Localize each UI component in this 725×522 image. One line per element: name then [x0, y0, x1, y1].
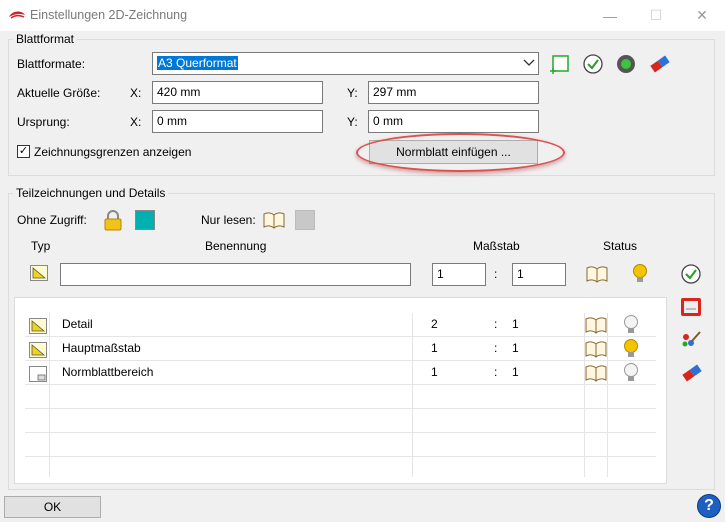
normblatt-einfuegen-button[interactable]: Normblatt einfügen ...	[369, 140, 538, 164]
color-palette-icon[interactable]	[680, 329, 702, 351]
row-scale-sep: :	[494, 341, 498, 355]
row-scale-a: 1	[431, 365, 438, 379]
eraser-icon[interactable]	[648, 53, 672, 75]
lightbulb-on-icon[interactable]	[623, 338, 639, 360]
help-icon[interactable]: ?	[697, 494, 721, 518]
window-title: Einstellungen 2D-Zeichnung	[30, 8, 188, 22]
new-scale-separator: :	[494, 267, 498, 281]
empty-row	[25, 433, 656, 457]
blattformate-selected-value: A3 Querformat	[157, 56, 238, 70]
type-detail-icon	[29, 318, 47, 334]
record-icon[interactable]	[615, 53, 637, 75]
new-sheet-icon[interactable]	[549, 53, 571, 75]
ohne-zugriff-label: Ohne Zugriff:	[17, 213, 87, 227]
new-scale-b-field[interactable]: 1	[512, 263, 566, 286]
row-scale-b: 1	[512, 365, 519, 379]
blattformat-group-title: Blattformat	[13, 32, 78, 46]
minimize-button[interactable]: —	[587, 0, 633, 31]
col-typ-header: Typ	[31, 239, 51, 253]
edit-frame-icon[interactable]	[680, 296, 702, 318]
new-benennung-field[interactable]	[60, 263, 411, 286]
origin-y-field[interactable]: 0 mm	[368, 110, 539, 133]
col-status-header: Status	[603, 239, 638, 253]
book-icon	[263, 212, 285, 229]
close-button[interactable]: ✕	[679, 0, 725, 31]
empty-row	[25, 457, 656, 481]
book-icon[interactable]	[585, 364, 607, 382]
size-x-label: X:	[130, 86, 142, 100]
book-icon[interactable]	[586, 265, 608, 283]
blattformate-label: Blattformate:	[17, 57, 86, 71]
teilzeichnungen-group-title: Teilzeichnungen und Details	[13, 186, 169, 200]
confirm-check-icon[interactable]	[680, 263, 702, 285]
row-scale-b: 1	[512, 317, 519, 331]
row-scale-a: 1	[431, 341, 438, 355]
new-scale-a-field[interactable]: 1	[432, 263, 486, 286]
app-logo-icon	[9, 11, 25, 19]
no-access-color-swatch[interactable]	[135, 210, 155, 230]
lightbulb-off-icon[interactable]	[623, 362, 639, 384]
row-name: Detail	[62, 317, 93, 331]
lock-icon	[104, 210, 122, 231]
maximize-button[interactable]: ☐	[633, 0, 679, 31]
origin-y-label: Y:	[347, 115, 358, 129]
row-scale-sep: :	[494, 365, 498, 379]
row-scale-sep: :	[494, 317, 498, 331]
row-name: Hauptmaßstab	[62, 341, 141, 355]
book-icon[interactable]	[585, 340, 607, 358]
drawing-list[interactable]: Detail 2 : 1 Hauptmaßstab 1 : 1 Normblat…	[25, 313, 657, 477]
table-row[interactable]: Detail 2 : 1	[25, 313, 656, 337]
book-icon[interactable]	[585, 316, 607, 334]
apply-check-icon[interactable]	[582, 53, 604, 75]
col-benennung-header: Benennung	[205, 239, 267, 253]
type-detail-icon	[29, 342, 47, 358]
lightbulb-on-icon[interactable]	[632, 263, 648, 285]
col-massstab-header: Maßstab	[473, 239, 520, 253]
size-y-field[interactable]: 297 mm	[368, 81, 539, 104]
origin-x-label: X:	[130, 115, 142, 129]
ok-button[interactable]: OK	[4, 496, 101, 518]
aktuelle-groesse-label: Aktuelle Größe:	[17, 86, 101, 100]
show-borders-label: Zeichnungsgrenzen anzeigen	[34, 145, 192, 159]
size-x-field[interactable]: 420 mm	[152, 81, 323, 104]
row-scale-a: 2	[431, 317, 438, 331]
type-detail-icon[interactable]	[30, 265, 48, 281]
nur-lesen-label: Nur lesen:	[201, 213, 256, 227]
blattformate-dropdown[interactable]: A3 Querformat	[152, 52, 539, 75]
read-only-color-swatch[interactable]	[295, 210, 315, 230]
row-scale-b: 1	[512, 341, 519, 355]
type-sheet-icon	[29, 366, 47, 382]
table-row[interactable]: Normblattbereich 1 : 1	[25, 361, 656, 385]
row-name: Normblattbereich	[62, 365, 154, 379]
lightbulb-off-icon[interactable]	[623, 314, 639, 336]
show-borders-checkbox[interactable]: ✓	[17, 145, 30, 158]
ursprung-label: Ursprung:	[17, 115, 70, 129]
chevron-down-icon[interactable]	[523, 58, 535, 68]
empty-row	[25, 385, 656, 409]
table-row[interactable]: Hauptmaßstab 1 : 1	[25, 337, 656, 361]
eraser-icon[interactable]	[680, 362, 704, 384]
size-y-label: Y:	[347, 86, 358, 100]
origin-x-field[interactable]: 0 mm	[152, 110, 323, 133]
empty-row	[25, 409, 656, 433]
